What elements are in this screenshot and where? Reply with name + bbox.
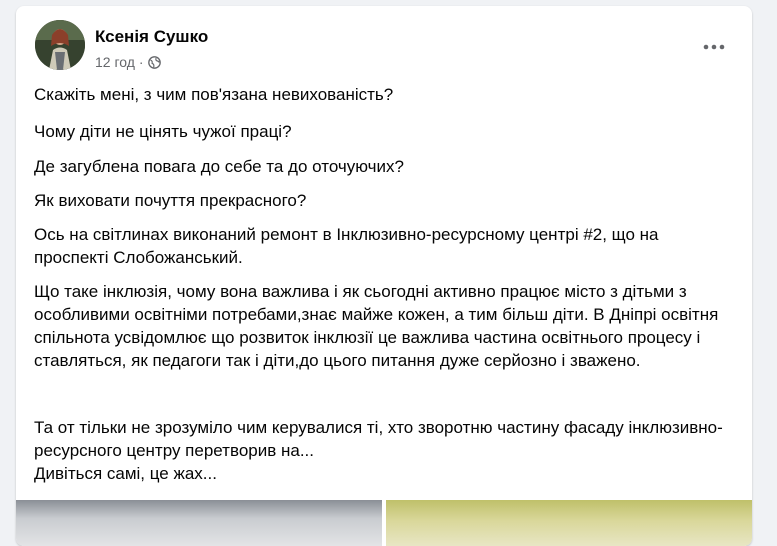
author-avatar[interactable]: [35, 20, 85, 70]
post-meta: 12 год ·: [95, 54, 161, 70]
meta-separator: ·: [138, 54, 144, 70]
post-paragraph: Ось на світлинах виконаний ремонт в Інкл…: [34, 225, 659, 267]
author-name[interactable]: Ксенія Сушко: [95, 27, 208, 47]
avatar-photo-icon: [35, 20, 85, 70]
post-paragraph: Де загублена повага до себе та до оточую…: [34, 157, 404, 176]
post-paragraph: Скажіть мені, з чим пов'язана невиховані…: [34, 85, 394, 104]
post-card: Ксенія Сушко 12 год · Скажіть мені, з чи…: [16, 6, 752, 546]
more-dots-icon: [703, 44, 725, 50]
post-time[interactable]: 12 год: [95, 54, 135, 70]
post-paragraph: Що таке інклюзія, чому вона важлива і як…: [34, 282, 719, 370]
more-options-button[interactable]: [696, 29, 732, 65]
post-paragraph: Як виховати почуття прекрасного?: [34, 191, 307, 210]
post-photo[interactable]: [16, 500, 382, 546]
post-photos: [16, 500, 752, 546]
post-paragraph: Та от тільки не зрозуміло чим керувалися…: [34, 418, 723, 483]
post-paragraph: Чому діти не цінять чужої праці?: [34, 122, 292, 141]
post-header: Ксенія Сушко 12 год ·: [16, 6, 752, 78]
globe-icon[interactable]: [147, 55, 161, 69]
post-photo[interactable]: [386, 500, 752, 546]
